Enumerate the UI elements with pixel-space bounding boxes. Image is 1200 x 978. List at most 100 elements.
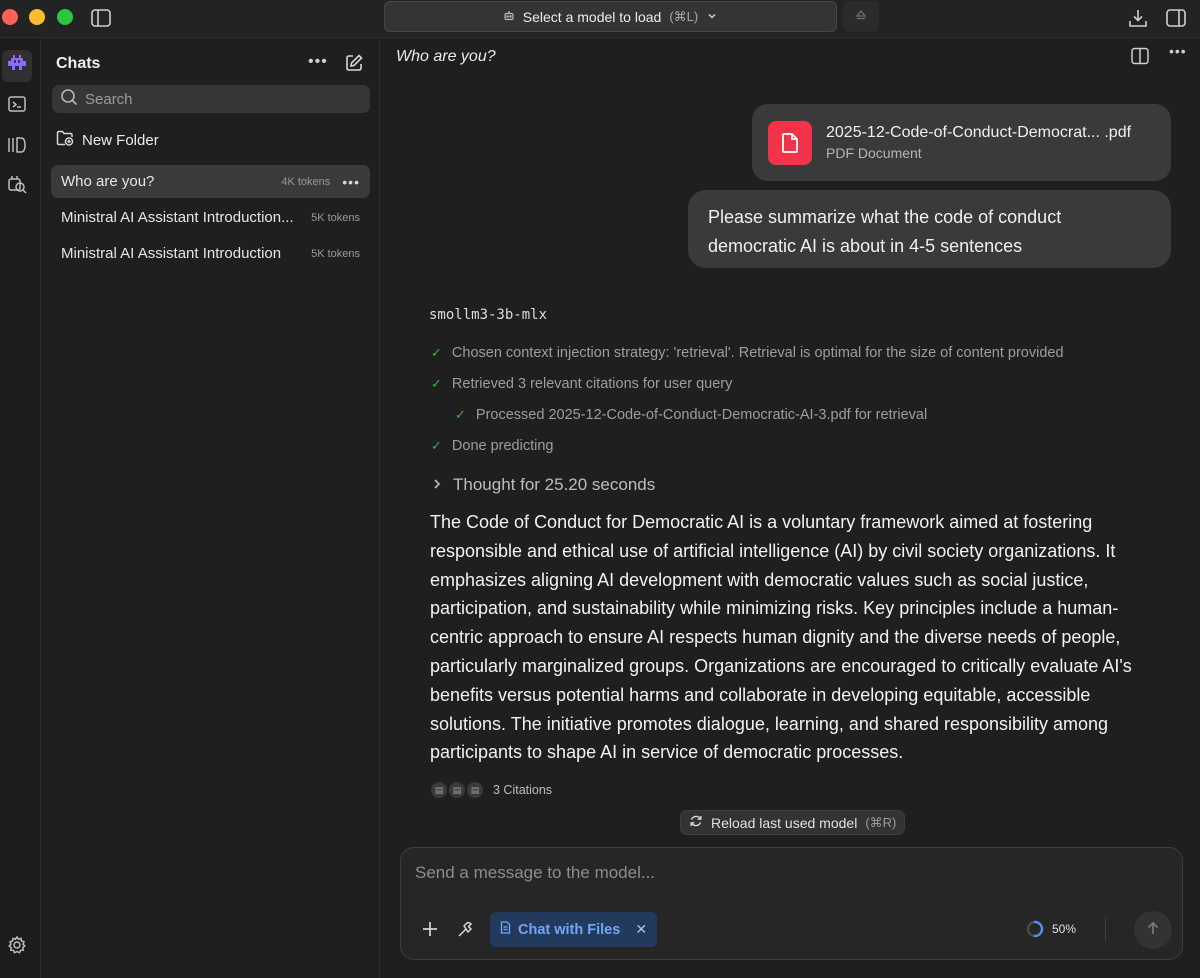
chat-list-item[interactable]: Ministral AI Assistant Introduction... 5…	[51, 201, 370, 234]
chat-item-name: Ministral AI Assistant Introduction	[61, 245, 282, 262]
download-icon[interactable]	[1127, 7, 1149, 29]
new-folder-label: New Folder	[82, 131, 159, 149]
model-select-shortcut: (⌘L)	[669, 8, 699, 24]
attachment-bubble[interactable]: 2025-12-Code-of-Conduct-Democrat... .pdf…	[752, 104, 1171, 181]
compose-icon	[344, 54, 364, 77]
chat-item-more-button[interactable]: •••	[342, 174, 360, 190]
folder-plus-icon	[56, 130, 74, 150]
document-icon	[500, 921, 511, 938]
split-view-button[interactable]	[1130, 46, 1150, 71]
context-usage-indicator[interactable]: 50%	[1026, 920, 1076, 938]
tools-button[interactable]	[456, 920, 474, 943]
library-icon	[6, 135, 28, 160]
step-text: Done predicting	[451, 438, 554, 454]
robot-icon	[6, 54, 28, 78]
eject-icon	[855, 8, 867, 26]
reload-model-button[interactable]: Reload last used model (⌘R)	[680, 810, 906, 835]
title-bar: Select a model to load (⌘L)	[0, 0, 1200, 38]
chat-item-tokens: 4K tokens	[281, 175, 331, 188]
thought-label: Thought for 25.20 seconds	[453, 475, 656, 494]
rail-chat-button[interactable]	[2, 50, 32, 82]
search-icon	[60, 88, 78, 110]
minimize-window-button[interactable]	[29, 9, 45, 25]
robot-icon	[503, 9, 515, 25]
attachment-file-name: 2025-12-Code-of-Conduct-Democrat... .pdf	[826, 124, 1132, 141]
navigation-rail	[0, 39, 41, 978]
right-panel-toggle-icon[interactable]	[1165, 7, 1187, 29]
refresh-icon	[689, 814, 703, 831]
split-view-icon	[1130, 47, 1150, 70]
check-icon: ✓	[431, 438, 442, 453]
assistant-answer: The Code of Conduct for Democratic AI is…	[430, 512, 1132, 763]
send-button[interactable]	[1134, 911, 1172, 949]
context-usage-label: 50%	[1052, 922, 1077, 936]
new-folder-button[interactable]: New Folder	[56, 129, 159, 151]
more-horizontal-icon: •••	[308, 53, 328, 70]
eject-model-button[interactable]	[843, 1, 879, 32]
chat-item-name: Ministral AI Assistant Introduction...	[61, 209, 294, 226]
add-attachment-button[interactable]	[421, 920, 439, 943]
zoom-window-button[interactable]	[57, 9, 73, 25]
close-window-button[interactable]	[2, 9, 18, 25]
chevron-right-icon	[431, 475, 443, 495]
pdf-file-icon	[768, 120, 812, 165]
user-message: Please summarize what the code of conduc…	[688, 190, 1171, 268]
chat-main-area: Who are you? ••• 2025-12-Code-of-Conduct…	[381, 39, 1200, 978]
chat-item-tokens: 5K tokens	[311, 211, 360, 224]
reload-label: Reload last used model	[711, 814, 858, 831]
citation-doc-icon: ▤	[467, 782, 483, 798]
check-icon: ✓	[431, 345, 442, 360]
check-icon: ✓	[455, 407, 466, 422]
plus-icon	[421, 922, 439, 942]
sidebar-toggle-icon[interactable]	[90, 7, 112, 29]
citations-label: 3 Citations	[493, 783, 553, 797]
step-text: Processed 2025-12-Code-of-Conduct-Democr…	[475, 407, 928, 423]
citation-doc-icon: ▤	[431, 782, 447, 798]
rail-discover-button[interactable]	[2, 171, 32, 203]
chat-search[interactable]	[52, 85, 370, 113]
arrow-up-icon	[1145, 920, 1161, 941]
message-input[interactable]	[415, 863, 1155, 889]
citations-button[interactable]: ▤ ▤ ▤ 3 Citations	[431, 782, 552, 798]
more-horizontal-icon: •••	[342, 173, 360, 190]
attachment-file-type: PDF Document	[826, 145, 922, 161]
rail-models-button[interactable]	[2, 131, 32, 163]
chats-sidebar: Chats ••• Search New Folder Who are you?…	[42, 39, 380, 978]
search-settings-icon	[6, 174, 28, 201]
chat-more-button[interactable]: •••	[1169, 43, 1187, 59]
remove-chip-close-icon[interactable]: ✕	[635, 921, 647, 938]
sidebar-more-button[interactable]: •••	[308, 53, 328, 71]
step-text: Retrieved 3 relevant citations for user …	[451, 376, 733, 392]
citation-doc-icon: ▤	[449, 782, 465, 798]
chat-title[interactable]: Who are you?	[396, 48, 496, 66]
rail-settings-button[interactable]	[2, 931, 32, 963]
chat-list-item[interactable]: Who are you? 4K tokens •••	[51, 165, 370, 198]
context-progress-ring	[1026, 920, 1044, 938]
chat-item-name: Who are you?	[61, 173, 155, 190]
message-composer: Chat with Files ✕ 50%	[400, 847, 1183, 960]
assistant-model-name: smollm3-3b-mlx	[429, 307, 548, 323]
process-step: ✓ Retrieved 3 relevant citations for use…	[431, 376, 732, 392]
terminal-icon	[7, 94, 27, 119]
app-window: Select a model to load (⌘L) Chats ••• Se…	[0, 0, 1200, 978]
chat-with-files-chip[interactable]: Chat with Files ✕	[490, 912, 658, 947]
process-substep: ✓ Processed 2025-12-Code-of-Conduct-Demo…	[455, 407, 927, 423]
rail-developer-button[interactable]	[2, 90, 32, 122]
chevron-down-icon	[706, 9, 718, 25]
new-chat-button[interactable]	[344, 53, 364, 73]
settings-icon	[7, 935, 27, 960]
reload-shortcut: (⌘R)	[865, 814, 897, 830]
search-input[interactable]	[85, 90, 355, 108]
chat-with-files-label: Chat with Files	[518, 921, 621, 938]
sidebar-title: Chats	[56, 55, 101, 72]
check-icon: ✓	[431, 376, 442, 391]
more-horizontal-icon: •••	[1169, 43, 1187, 59]
chat-list-item[interactable]: Ministral AI Assistant Introduction 5K t…	[51, 237, 370, 270]
model-select-label: Select a model to load	[522, 8, 662, 25]
model-select-dropdown[interactable]: Select a model to load (⌘L)	[384, 1, 837, 32]
thought-toggle[interactable]: Thought for 25.20 seconds	[431, 475, 655, 495]
chat-item-tokens: 5K tokens	[311, 247, 360, 260]
step-text: Chosen context injection strategy: 'retr…	[451, 345, 1064, 361]
composer-divider	[1105, 917, 1106, 941]
hammer-icon	[456, 921, 474, 942]
